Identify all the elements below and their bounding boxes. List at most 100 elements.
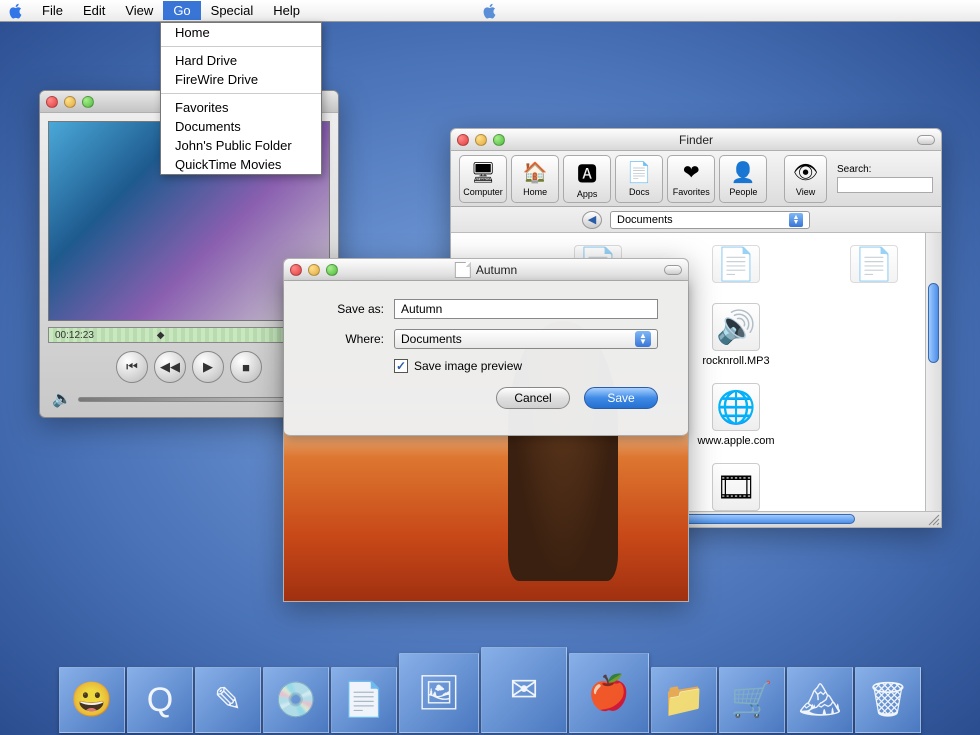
go-public-folder[interactable]: John's Public Folder <box>161 136 321 155</box>
toolbar-favorites-button[interactable]: ❤Favorites <box>667 155 715 203</box>
checkbox-label: Save image preview <box>414 359 522 373</box>
zoom-icon[interactable] <box>82 96 94 108</box>
dock-item-folder[interactable]: 📁 <box>651 667 717 733</box>
volume-icon: 🔈 <box>52 389 72 409</box>
window-title: Finder <box>679 133 713 147</box>
dock-item-quicktime[interactable]: Q <box>127 667 193 733</box>
file-item[interactable]: 🔊 rocknroll.MP3 <box>681 303 791 367</box>
menu-go[interactable]: Go <box>163 1 200 20</box>
vertical-scrollbar[interactable] <box>925 233 941 511</box>
menu-file[interactable]: File <box>32 1 73 20</box>
file-item[interactable]: 📄 <box>681 245 791 287</box>
file-item[interactable]: 🎞Outtake.mov <box>681 463 791 511</box>
go-documents[interactable]: Documents <box>161 117 321 136</box>
dock: 😀Q✎💿📄🖼✉🍎📁🛒🏔🗑 <box>0 650 980 735</box>
save-as-label: Save as: <box>314 302 384 316</box>
stop-button[interactable]: ■ <box>230 351 262 383</box>
minimize-icon[interactable] <box>64 96 76 108</box>
menu-help[interactable]: Help <box>263 1 310 20</box>
dock-item-document[interactable]: 📄 <box>331 667 397 733</box>
cancel-button[interactable]: Cancel <box>496 387 570 409</box>
timecode: 00:12:23 <box>55 330 94 341</box>
menu-separator <box>161 46 321 47</box>
where-selector[interactable]: Documents ▲▼ <box>394 329 658 349</box>
person-icon: 👤 <box>731 160 756 185</box>
menu-special[interactable]: Special <box>201 1 264 20</box>
where-label: Where: <box>314 332 384 346</box>
playhead-icon[interactable]: ◆ <box>157 330 165 341</box>
file-icon: 📄 <box>850 245 898 283</box>
go-firewire-drive[interactable]: FireWire Drive <box>161 70 321 89</box>
minimize-icon[interactable] <box>475 134 487 146</box>
dock-item-trash[interactable]: 🗑 <box>855 667 921 733</box>
updown-arrows-icon: ▲▼ <box>789 213 803 227</box>
docs-icon: 📄 <box>627 160 652 185</box>
toolbar-people-button[interactable]: 👤People <box>719 155 767 203</box>
eye-icon: 👁 <box>793 160 818 185</box>
apple-menu-icon[interactable] <box>8 3 24 19</box>
resize-handle[interactable] <box>927 513 941 527</box>
go-home[interactable]: Home <box>161 23 321 42</box>
dock-item-dvd[interactable]: 💿 <box>263 667 329 733</box>
toolbar-docs-button[interactable]: 📄Docs <box>615 155 663 203</box>
dock-item-photo[interactable]: 🖼 <box>399 653 479 733</box>
toolbar-toggle-button[interactable] <box>664 265 682 275</box>
file-icon: 📄 <box>712 245 760 283</box>
minimize-icon[interactable] <box>308 264 320 276</box>
go-menu-dropdown: Home Hard Drive FireWire Drive Favorites… <box>160 22 322 175</box>
close-icon[interactable] <box>46 96 58 108</box>
toolbar-view-button[interactable]: 👁View <box>784 155 827 203</box>
toolbar-computer-button[interactable]: 🖥Computer <box>459 155 507 203</box>
finder-titlebar[interactable]: Finder <box>451 129 941 151</box>
path-selector[interactable]: Documents ▲▼ <box>610 211 810 229</box>
save-preview-checkbox[interactable]: ✓ <box>394 359 408 373</box>
menubar: File Edit View Go Special Help <box>0 0 980 22</box>
close-icon[interactable] <box>457 134 469 146</box>
where-value: Documents <box>401 332 462 346</box>
scrollbar-thumb[interactable] <box>928 283 939 363</box>
play-button[interactable]: ▶ <box>192 351 224 383</box>
search-label: Search: <box>837 164 871 175</box>
file-name: www.apple.com <box>697 435 774 447</box>
rewind-button[interactable]: ◀◀ <box>154 351 186 383</box>
preview-window: Autumn Save as: Where: Documents ▲▼ ✓ Sa… <box>283 258 689 602</box>
dock-item-amazon[interactable]: 🛒 <box>719 667 785 733</box>
dock-item-textedit[interactable]: ✎ <box>195 667 261 733</box>
computer-icon: 🖥 <box>470 160 495 185</box>
apple-logo-center-icon <box>482 3 498 19</box>
save-button[interactable]: Save <box>584 387 658 409</box>
filename-input[interactable] <box>394 299 658 319</box>
close-icon[interactable] <box>290 264 302 276</box>
finder-path-bar: ◀ Documents ▲▼ <box>451 207 941 233</box>
zoom-icon[interactable] <box>493 134 505 146</box>
dock-item-landscape[interactable]: 🏔 <box>787 667 853 733</box>
file-icon: 🎞 <box>712 463 760 511</box>
window-title: Autumn <box>476 263 517 277</box>
home-icon: 🏠 <box>523 160 548 185</box>
dock-item-finder[interactable]: 😀 <box>59 667 125 733</box>
search-input[interactable] <box>837 177 933 193</box>
toolbar-home-button[interactable]: 🏠Home <box>511 155 559 203</box>
go-quicktime-movies[interactable]: QuickTime Movies <box>161 155 321 174</box>
go-hard-drive[interactable]: Hard Drive <box>161 51 321 70</box>
heart-icon: ❤ <box>683 160 700 185</box>
path-value: Documents <box>617 214 673 226</box>
file-item[interactable]: 📄 <box>819 245 929 287</box>
rewind-start-button[interactable]: ⏮ <box>116 351 148 383</box>
file-item[interactable]: 🌐www.apple.com <box>681 383 791 447</box>
go-favorites[interactable]: Favorites <box>161 98 321 117</box>
zoom-icon[interactable] <box>326 264 338 276</box>
apps-icon: 🅰 <box>577 158 597 187</box>
back-button[interactable]: ◀ <box>582 211 602 229</box>
menu-view[interactable]: View <box>115 1 163 20</box>
menu-edit[interactable]: Edit <box>73 1 115 20</box>
preview-titlebar[interactable]: Autumn <box>284 259 688 281</box>
toolbar-apps-button[interactable]: 🅰Apps <box>563 155 611 203</box>
file-name: rocknroll.MP3 <box>702 355 769 367</box>
toolbar-toggle-button[interactable] <box>917 135 935 145</box>
dock-item-mail[interactable]: ✉ <box>481 647 567 733</box>
save-sheet: Save as: Where: Documents ▲▼ ✓ Save imag… <box>284 281 688 436</box>
dock-item-apple-store[interactable]: 🍎 <box>569 653 649 733</box>
menu-separator <box>161 93 321 94</box>
file-icon: 🔊 <box>712 303 760 351</box>
